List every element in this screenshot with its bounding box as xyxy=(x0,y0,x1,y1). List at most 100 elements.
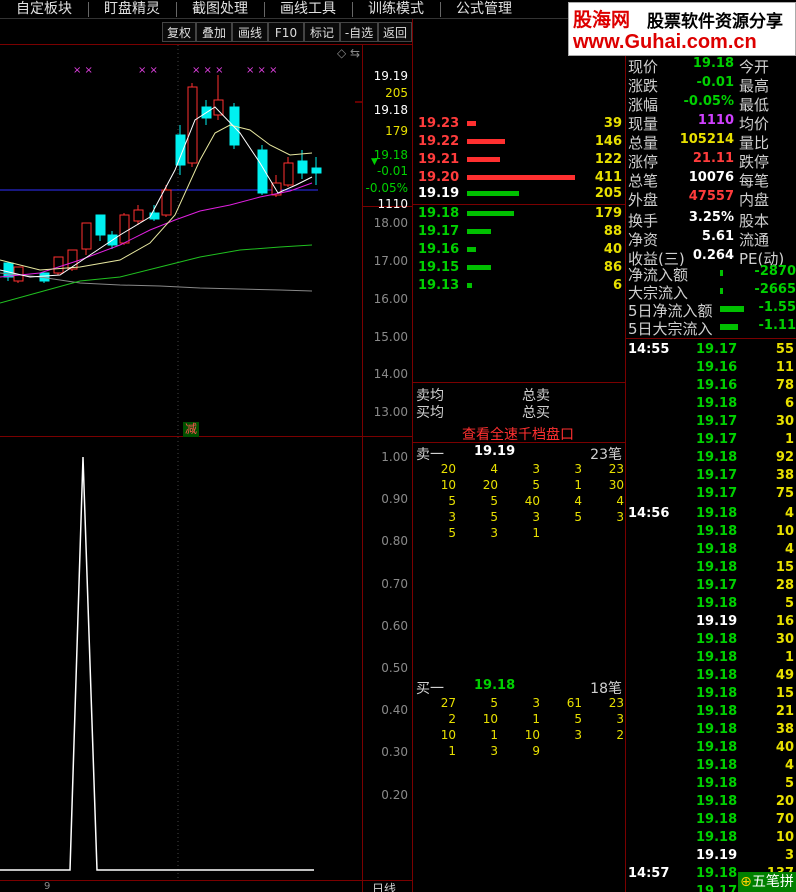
queue-order: 23 xyxy=(608,696,624,710)
tick-price: 19.18 xyxy=(696,830,738,845)
queue-order: 3 xyxy=(532,462,540,476)
tick-price: 19.17 xyxy=(696,578,738,593)
flow-bar xyxy=(720,270,723,276)
toolbar-button[interactable]: 复权 xyxy=(162,22,196,42)
tick-volume: 21 xyxy=(775,704,794,719)
queue-order: 5 xyxy=(448,494,456,508)
flow-bar xyxy=(720,324,738,330)
tick-time: 14:55 xyxy=(628,342,670,357)
price-axis-label: 17.00 xyxy=(373,254,408,268)
queue-order: 1 xyxy=(448,744,456,758)
queue-order: 3 xyxy=(574,462,582,476)
queue-order: 9 xyxy=(532,744,540,758)
bid-volume-bar xyxy=(467,229,491,234)
tick-price: 19.18 xyxy=(696,396,738,411)
queue-order: 1 xyxy=(532,712,540,726)
ask-volume-bar xyxy=(467,175,576,180)
menu-item[interactable]: 公式管理 xyxy=(440,0,528,19)
quote-value: 47557 xyxy=(688,189,734,204)
diamond-icon: ◇ xyxy=(337,46,347,60)
candlestick-chart[interactable]: × × × × × × × × × × ◇ ⇆ xyxy=(0,45,362,435)
tick-price: 19.18 xyxy=(696,632,738,647)
signal-marker: × × xyxy=(138,65,158,76)
logo-url: www.Guhai.com.cn xyxy=(573,31,757,53)
menu-item[interactable]: 盯盘精灵 xyxy=(88,0,176,19)
five-tick-button[interactable]: ⊕五笔拼 xyxy=(738,872,796,892)
menu-separator xyxy=(176,2,177,17)
indicator-axis-label: 0.80 xyxy=(381,534,408,549)
quote-value: 19.18 xyxy=(692,56,734,71)
bid-price[interactable]: 19.16 xyxy=(418,241,459,259)
full-depth-button[interactable]: 查看全速千档盘口 xyxy=(462,424,574,444)
ask-price[interactable]: 19.22 xyxy=(418,133,459,151)
bid-price[interactable]: 19.18 xyxy=(418,205,459,223)
queue-order: 5 xyxy=(490,510,498,524)
quote-value: 21.11 xyxy=(692,151,734,166)
x-axis-label: 9 xyxy=(44,881,51,892)
tick-price: 19.18 xyxy=(696,596,738,611)
sell1-count: 23笔 xyxy=(590,447,622,463)
queue-order: 10 xyxy=(440,728,456,742)
quote-value: 5.61 xyxy=(701,229,734,244)
sell1-price: 19.19 xyxy=(474,444,516,459)
price-axis-label: 205 xyxy=(385,86,408,100)
queue-order: 40 xyxy=(524,494,540,508)
quote-label-right: 每笔 xyxy=(739,172,770,190)
queue-order: 3 xyxy=(490,744,498,758)
ask-price[interactable]: 19.23 xyxy=(418,115,459,133)
bid-price[interactable]: 19.19 xyxy=(418,185,459,203)
queue-order: 5 xyxy=(490,696,498,710)
ask-volume: 39 xyxy=(603,116,622,131)
bid-volume: 179 xyxy=(594,206,622,221)
menu-separator xyxy=(88,2,89,17)
total-buy-label: 总买 xyxy=(522,405,550,421)
menu-item[interactable]: 画线工具 xyxy=(264,0,352,19)
menu-item[interactable]: 训练模式 xyxy=(352,0,440,19)
indicator-chart[interactable] xyxy=(0,437,362,880)
quote-label-right: 今开 xyxy=(739,58,770,76)
period-label[interactable]: 日线 xyxy=(372,880,396,892)
price-axis-label: 16.00 xyxy=(373,292,408,306)
logo-name: 股海网 xyxy=(573,9,631,31)
tick-price: 19.18 xyxy=(696,542,738,557)
toolbar-button[interactable]: 叠加 xyxy=(196,22,232,42)
tick-price: 19.18 xyxy=(696,524,738,539)
bid-volume: 86 xyxy=(603,260,622,275)
tick-volume: 4 xyxy=(784,758,794,773)
quote-label: 外盘 xyxy=(628,191,659,209)
toolbar-button[interactable]: 标记 xyxy=(304,22,340,42)
bid-price[interactable]: 19.15 xyxy=(418,259,459,277)
menu-separator xyxy=(264,2,265,17)
queue-order: 10 xyxy=(482,712,498,726)
bid-price[interactable]: 19.17 xyxy=(418,223,459,241)
flow-value: -1.11 xyxy=(758,318,796,333)
flow-value: -2665 xyxy=(754,282,796,297)
indicator-axis-label: 0.40 xyxy=(381,703,408,718)
quote-value: 1110 xyxy=(697,113,734,128)
menu-item[interactable]: 自定板块 xyxy=(0,0,88,19)
quote-label-right: 流通 xyxy=(739,231,770,249)
tick-volume: 55 xyxy=(775,342,794,357)
tick-volume: 3 xyxy=(784,848,794,863)
toolbar-button[interactable]: -自选 xyxy=(340,22,378,42)
buy1-label: 买一 xyxy=(416,681,444,697)
signal-marker: × × xyxy=(73,65,93,76)
swap-icon: ⇆ xyxy=(350,46,360,60)
queue-order: 3 xyxy=(448,510,456,524)
tick-price: 19.18 xyxy=(696,794,738,809)
menu-item[interactable]: 截图处理 xyxy=(176,0,264,19)
tick-price: 19.18 xyxy=(696,866,738,881)
quote-value: 0.264 xyxy=(692,248,734,263)
ask-price[interactable]: 19.21 xyxy=(418,151,459,169)
queue-order: 20 xyxy=(440,462,456,476)
toolbar-button[interactable]: F10 xyxy=(268,22,304,42)
tick-volume: 75 xyxy=(775,486,794,501)
tick-price: 19.18 xyxy=(696,506,738,521)
toolbar-button[interactable]: 返回 xyxy=(378,22,412,42)
tick-volume: 38 xyxy=(775,722,794,737)
flow-value: -1.55 xyxy=(758,300,796,315)
queue-order: 5 xyxy=(574,510,582,524)
bid-price[interactable]: 19.13 xyxy=(418,277,459,295)
tick-price: 19.17 xyxy=(696,468,738,483)
toolbar-button[interactable]: 画线 xyxy=(232,22,268,42)
